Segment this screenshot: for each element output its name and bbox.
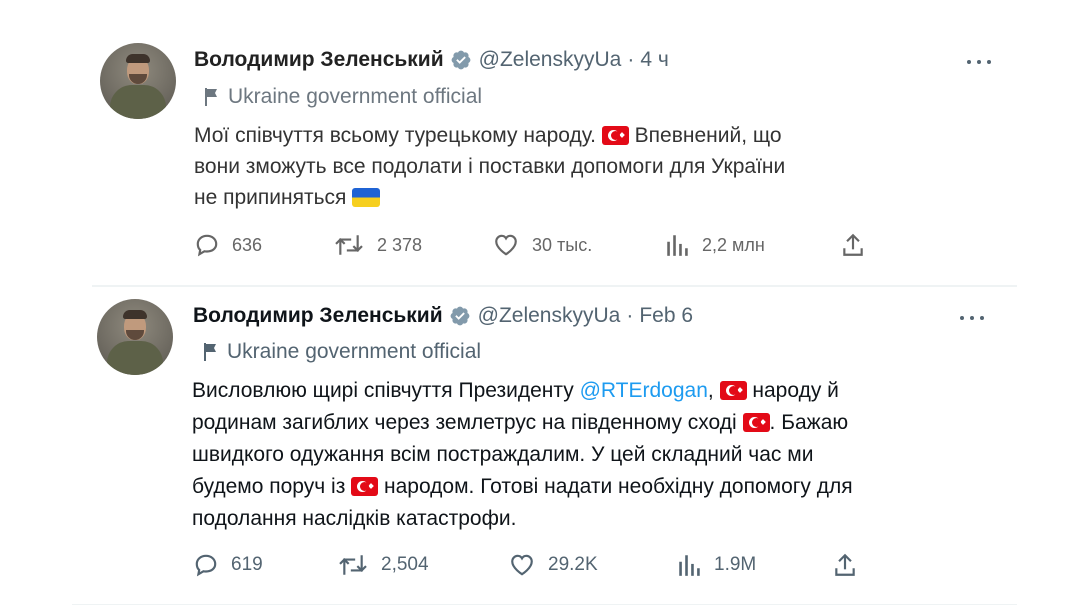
tweet-text-run: не припиняться — [194, 186, 353, 209]
verified-badge-icon — [450, 49, 472, 71]
reply-count: 619 — [231, 554, 263, 575]
tweet-text-line: родинам загиблих через землетрус на півд… — [192, 407, 992, 439]
tweet-text-run: родинам загиблих через землетрус на півд… — [192, 411, 743, 434]
share-icon — [843, 233, 863, 256]
tweet-actions: 619 2,504 29.2K 1.9M — [0, 552, 1080, 584]
tweet-actions: 636 2 378 30 тыс. 2,2 млн — [0, 232, 1080, 264]
retweet-icon — [335, 235, 363, 255]
tweet-text-run: Мої співчуття всьому турецькому народу. — [194, 124, 602, 147]
share-button[interactable] — [840, 232, 878, 258]
tweet-header: Володимир Зеленський @ZelenskyyUa · 4 ч — [194, 45, 669, 75]
heart-icon — [495, 234, 517, 256]
like-count: 29.2K — [548, 554, 598, 575]
views-count: 1.9M — [714, 554, 757, 575]
avatar[interactable] — [100, 43, 176, 119]
views-count: 2,2 млн — [702, 234, 765, 255]
views-button[interactable]: 2,2 млн — [664, 232, 765, 258]
tweet-1[interactable]: Володимир Зеленський @ZelenskyyUa · 4 ч … — [0, 0, 1080, 285]
tweet-text: Висловлюю щирі співчуття Президенту @RTE… — [192, 375, 992, 535]
separator-dot: · — [626, 304, 634, 327]
tweet-timestamp[interactable]: 4 ч — [640, 48, 668, 72]
reply-button[interactable]: 619 — [193, 552, 263, 578]
tweet-text-run: Впевнений, що — [628, 124, 782, 147]
tweet-text-line: Мої співчуття всьому турецькому народу. … — [194, 120, 994, 151]
reply-button[interactable]: 636 — [194, 232, 262, 258]
avatar[interactable] — [97, 299, 173, 375]
tweet-text-run: народу й — [746, 379, 839, 402]
divider — [72, 604, 1017, 605]
tweet-text-run: швидкого одужання всім постраждалим. У ц… — [192, 443, 814, 466]
reply-icon — [195, 554, 217, 577]
more-options-icon[interactable] — [967, 52, 991, 72]
reply-icon — [196, 234, 218, 257]
government-label: Ukraine government official — [203, 340, 481, 364]
tweet-text-line: подолання наслідків катастрофи. — [192, 503, 992, 535]
government-label-text: Ukraine government official — [228, 85, 483, 108]
government-label: Ukraine government official — [204, 85, 482, 109]
tweet-text-line: Висловлюю щирі співчуття Президенту @RTE… — [192, 375, 992, 407]
like-button[interactable]: 30 тыс. — [492, 232, 592, 258]
author-handle[interactable]: @ZelenskyyUa — [478, 304, 621, 328]
tweet-text-run: Висловлюю щирі співчуття Президенту — [192, 379, 580, 402]
like-button[interactable]: 29.2K — [508, 552, 598, 578]
share-button[interactable] — [832, 552, 870, 578]
reply-count: 636 — [232, 234, 263, 255]
views-chart-icon — [679, 555, 700, 576]
separator-dot: · — [627, 48, 635, 71]
more-options-icon[interactable] — [960, 308, 984, 328]
tweet-timestamp[interactable]: Feb 6 — [639, 304, 693, 328]
tweet-text-run: будемо поруч із — [192, 475, 352, 498]
retweet-icon — [339, 555, 367, 575]
tweet-text-run: подолання наслідків катастрофи. — [192, 507, 517, 530]
verified-badge-icon — [449, 305, 471, 327]
share-icon — [835, 553, 855, 576]
like-count: 30 тыс. — [532, 234, 593, 255]
ukraine-flag-icon — [352, 188, 381, 207]
turkey-flag-icon — [601, 126, 629, 145]
turkey-flag-icon — [719, 381, 747, 400]
turkey-flag-icon — [742, 413, 770, 432]
tweet-text-run: вони зможуть все подолати і поставки доп… — [194, 155, 786, 178]
views-button[interactable]: 1.9M — [676, 552, 756, 578]
tweet-2[interactable]: Володимир Зеленський @ZelenskyyUa · Feb … — [0, 287, 1080, 605]
flag-icon — [205, 88, 217, 106]
turkey-flag-icon — [351, 477, 379, 496]
retweet-button[interactable]: 2,504 — [337, 552, 429, 578]
mention-link[interactable]: @RTErdogan — [580, 379, 708, 402]
author-name[interactable]: Володимир Зеленський — [193, 304, 443, 328]
retweet-count: 2 378 — [377, 234, 423, 255]
tweet-text-line: швидкого одужання всім постраждалим. У ц… — [192, 439, 992, 471]
tweet-text-run: народом. Готові надати необхідну допомог… — [378, 475, 853, 498]
retweet-button[interactable]: 2 378 — [333, 232, 422, 258]
author-handle[interactable]: @ZelenskyyUa — [479, 48, 622, 72]
author-name[interactable]: Володимир Зеленський — [194, 48, 444, 72]
government-label-text: Ukraine government official — [227, 340, 482, 363]
retweet-count: 2,504 — [381, 554, 429, 575]
heart-icon — [511, 554, 533, 576]
tweet-text-line: вони зможуть все подолати і поставки доп… — [194, 151, 994, 182]
flag-icon — [204, 343, 216, 361]
tweet-text: Мої співчуття всьому турецькому народу. … — [194, 120, 994, 213]
tweet-text-line: будемо поруч із народом. Готові надати н… — [192, 471, 992, 503]
tweet-text-run: , — [707, 379, 720, 402]
tweet-header: Володимир Зеленський @ZelenskyyUa · Feb … — [193, 301, 693, 331]
views-chart-icon — [667, 235, 688, 256]
tweet-text-run: . Бажаю — [769, 411, 849, 434]
tweet-text-line: не припиняться — [194, 182, 994, 213]
